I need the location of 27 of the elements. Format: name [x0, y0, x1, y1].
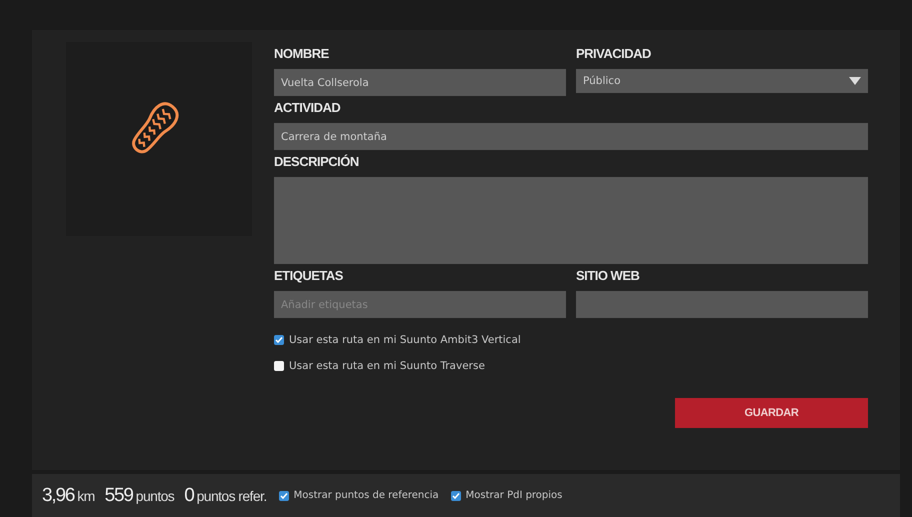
field-label: ETIQUETAS: [274, 269, 343, 283]
checkbox-label: Usar esta ruta en mi Suunto Traverse: [289, 360, 485, 372]
caret-icon: [849, 77, 861, 85]
name-field[interactable]: Vuelta Collserola: [274, 69, 566, 96]
stat-unit: km: [77, 488, 95, 504]
field-label: PRIVACIDAD: [576, 47, 651, 61]
website-field[interactable]: [576, 291, 868, 318]
save-button[interactable]: GUARDAR: [675, 398, 868, 428]
privacy-dropdown[interactable]: Público: [576, 69, 868, 93]
checkbox[interactable]: [450, 490, 461, 500]
activity-field[interactable]: Carrera de montaña: [274, 123, 868, 150]
checkbox-label: Mostrar PdI propios: [466, 490, 562, 501]
checkbox[interactable]: [274, 335, 284, 345]
stat-unit: puntos: [136, 488, 174, 504]
field-label: DESCRIPCIÓN: [274, 155, 359, 169]
stat-value: 3,96: [42, 484, 74, 506]
checkbox[interactable]: [274, 361, 284, 371]
stat-value: 0: [184, 484, 194, 506]
stat-unit: puntos refer.: [196, 488, 267, 504]
checkbox[interactable]: [278, 490, 289, 500]
field-label: NOMBRE: [274, 47, 329, 61]
stat-value: 559: [104, 484, 133, 506]
description-field[interactable]: [274, 177, 868, 264]
checkbox-label: Usar esta ruta en mi Suunto Ambit3 Vertical: [289, 334, 521, 346]
field-label: SITIO WEB: [576, 269, 640, 283]
checkbox-label: Mostrar puntos de referencia: [294, 490, 439, 501]
field-label: ACTIVIDAD: [274, 101, 340, 115]
